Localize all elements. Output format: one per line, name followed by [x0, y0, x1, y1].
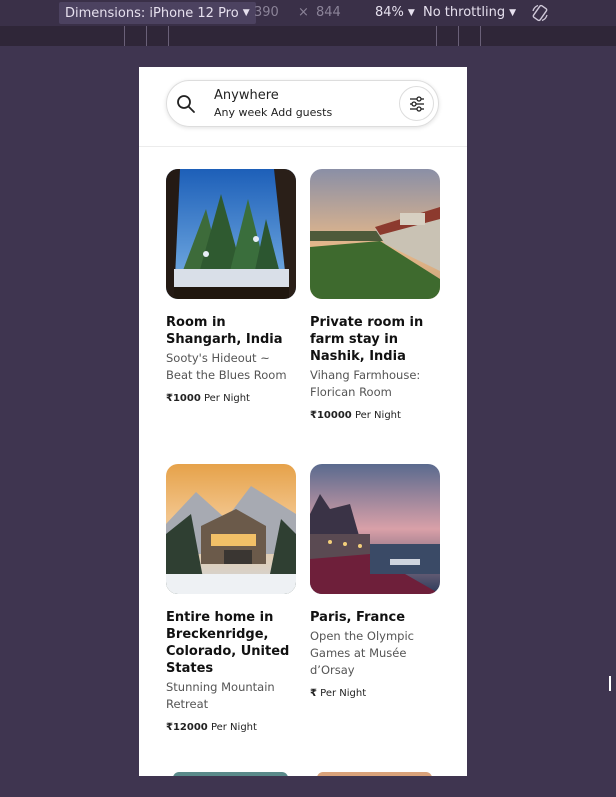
- price-unit: Per Night: [203, 393, 250, 404]
- search-location: Anywhere: [214, 88, 279, 103]
- listing-photo[interactable]: [310, 464, 440, 594]
- listing-photo[interactable]: [166, 169, 296, 299]
- ruler-tick: [146, 26, 147, 46]
- times-sign: ×: [298, 5, 309, 20]
- price-unit: Per Night: [354, 410, 401, 421]
- device-viewport: Anywhere Any week Add guests Room in Sha…: [139, 67, 467, 776]
- ruler-tick: [458, 26, 459, 46]
- listing-price: ₹12000 Per Night: [166, 722, 296, 733]
- price-amount: ₹1000: [166, 393, 201, 404]
- listing-title: Paris, France: [310, 610, 406, 625]
- ruler-tick: [480, 26, 481, 46]
- chevron-down-icon: ▼: [242, 8, 250, 18]
- listing-card[interactable]: Private room in farm stay in Nashik, Ind…: [310, 169, 440, 421]
- text-cursor: [609, 676, 611, 691]
- price-amount: ₹12000: [166, 722, 208, 733]
- search-bar[interactable]: Anywhere Any week Add guests: [166, 80, 439, 127]
- listing-card[interactable]: Entire home in Breckenridge, Colorado, U…: [166, 464, 296, 733]
- zoom-select[interactable]: 84% ▼: [375, 5, 415, 20]
- listing-description: Open the Olympic Games at Musée d’Orsay: [310, 629, 414, 677]
- listing-description: Vihang Farmhouse: Florican Room: [310, 368, 421, 399]
- listing-card[interactable]: Paris, France Open the Olympic Games at …: [310, 464, 440, 699]
- search-icon: [177, 95, 195, 113]
- listing-photo-peek: [317, 772, 432, 776]
- throttling-label: No throttling: [423, 5, 506, 20]
- device-dimensions-label: Dimensions: iPhone 12 Pro: [65, 5, 239, 21]
- listing-price: ₹1000 Per Night: [166, 393, 296, 404]
- filter-button[interactable]: [399, 86, 434, 121]
- listing-title: Room in Shangarh, India: [166, 315, 283, 347]
- viewport-height-input[interactable]: 844: [316, 5, 341, 20]
- listing-photo-peek: [173, 772, 288, 776]
- rotate-icon[interactable]: [530, 3, 550, 23]
- listing-title: Entire home in Breckenridge, Colorado, U…: [166, 610, 290, 676]
- ruler-tick: [168, 26, 169, 46]
- ruler-tick: [124, 26, 125, 46]
- viewport-width-input[interactable]: 390: [254, 5, 279, 20]
- price-amount: ₹10000: [310, 410, 352, 421]
- search-text: Anywhere Any week Add guests: [214, 88, 332, 121]
- price-unit: Per Night: [210, 722, 257, 733]
- listing-title: Private room in farm stay in Nashik, Ind…: [310, 315, 424, 364]
- zoom-label: 84%: [375, 5, 404, 20]
- listing-photo[interactable]: [310, 169, 440, 299]
- listing-card[interactable]: Room in Shangarh, India Sooty's Hideout …: [166, 169, 296, 404]
- price-unit: Per Night: [320, 688, 367, 699]
- price-amount: ₹: [310, 688, 317, 699]
- sliders-icon: [409, 95, 424, 112]
- chevron-down-icon: ▼: [407, 7, 415, 18]
- page-header: Anywhere Any week Add guests: [139, 67, 467, 147]
- chevron-down-icon: ▼: [509, 7, 516, 18]
- listing-description: Stunning Mountain Retreat: [166, 680, 275, 711]
- ruler-tick: [436, 26, 437, 46]
- listing-description: Sooty's Hideout ~ Beat the Blues Room: [166, 351, 287, 382]
- search-details: Any week Add guests: [214, 106, 333, 119]
- device-dimensions-select[interactable]: Dimensions: iPhone 12 Pro ▼: [59, 2, 256, 24]
- listing-price: ₹ Per Night: [310, 688, 440, 699]
- throttling-select[interactable]: No throttling ▼: [423, 5, 516, 20]
- devtools-toolbar: Dimensions: iPhone 12 Pro ▼ 390 × 844 84…: [0, 0, 616, 26]
- listing-photo[interactable]: [166, 464, 296, 594]
- media-query-ruler: [0, 26, 616, 46]
- listing-price: ₹10000 Per Night: [310, 410, 440, 421]
